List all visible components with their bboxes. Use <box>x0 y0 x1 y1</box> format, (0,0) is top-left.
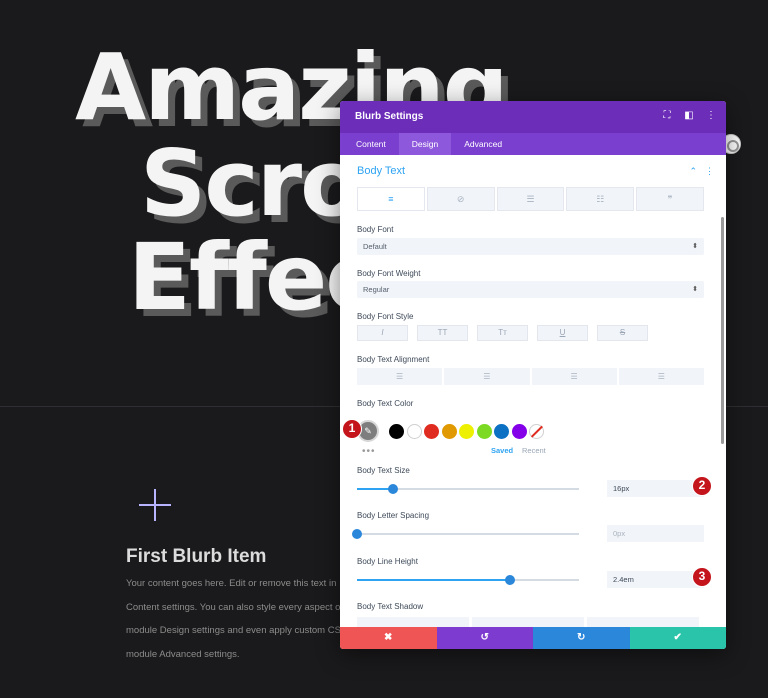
body-text-size-label: Body Text Size <box>357 466 410 475</box>
modal-header: Blurb Settings ⛶ ◧ ⋮ <box>340 101 726 133</box>
tab-design[interactable]: Design <box>398 133 452 155</box>
body-font-weight-value: Regular <box>363 285 390 294</box>
strikethrough-button[interactable]: S <box>597 325 648 341</box>
underline-button[interactable]: U <box>537 325 588 341</box>
modal-title: Blurb Settings <box>355 111 424 122</box>
color-swatch[interactable] <box>424 423 439 439</box>
slider-thumb[interactable] <box>387 484 398 494</box>
slider-thumb[interactable] <box>505 575 516 585</box>
section-more-icon[interactable]: ⋮ <box>705 166 714 177</box>
fullscreen-icon[interactable]: ⛶ <box>662 110 672 122</box>
chevron-up-icon[interactable]: ⌃ <box>689 166 697 177</box>
body-font-label: Body Font <box>357 225 394 234</box>
color-swatch[interactable] <box>476 423 492 439</box>
modal-footer: ✖ ↺ ↻ ✔ <box>340 627 726 649</box>
callout-badge-1: 1 <box>342 419 362 439</box>
body-font-weight-select[interactable]: Regular ⬍ <box>357 281 704 298</box>
body-letter-spacing-input[interactable]: 0px <box>607 525 704 542</box>
text-tab-ordered-list[interactable]: ☷ <box>566 187 635 211</box>
plus-icon <box>138 488 172 522</box>
tab-content[interactable]: Content <box>343 133 399 155</box>
align-left-icon[interactable]: ☰ <box>357 368 443 385</box>
slider-thumb[interactable] <box>352 529 362 539</box>
body-text-color-label: Body Text Color <box>357 399 414 408</box>
text-tab-paragraph[interactable]: ≡ <box>357 187 425 211</box>
color-swatches: ✎ <box>357 420 547 442</box>
callout-badge-2: 2 <box>692 476 712 496</box>
undo-button[interactable]: ↺ <box>436 627 533 649</box>
blurb-text-line: module Advanced settings. <box>126 648 240 660</box>
color-swatch[interactable] <box>406 423 422 439</box>
color-swatch[interactable] <box>511 423 527 439</box>
color-swatch[interactable] <box>441 423 457 439</box>
font-style-buttons: I TT Tт U S <box>357 325 648 341</box>
slider-fill <box>357 579 511 581</box>
blurb-text-line: Your content goes here. Edit or remove t… <box>126 578 337 589</box>
text-tab-link[interactable]: ⊘ <box>426 187 495 211</box>
select-arrows-icon: ⬍ <box>692 243 698 250</box>
body-font-value: Default <box>363 242 387 251</box>
color-swatch[interactable] <box>494 423 509 439</box>
italic-button[interactable]: I <box>357 325 408 341</box>
blurb-settings-modal: Blurb Settings ⛶ ◧ ⋮ Content Design Adva… <box>340 101 726 649</box>
align-justify-icon[interactable]: ☰ <box>618 368 704 385</box>
align-right-icon[interactable]: ☰ <box>531 368 617 385</box>
save-button[interactable]: ✔ <box>629 627 726 649</box>
modal-tabs: Content Design Advanced <box>340 133 726 155</box>
modal-body: Body Text ⌃ ⋮ ≡ ⊘ ☰ ☷ ❞ Body Font Defaul… <box>340 155 726 628</box>
blurb-title: First Blurb Item <box>126 546 267 567</box>
align-center-icon[interactable]: ☰ <box>444 368 530 385</box>
callout-badge-3: 3 <box>692 567 712 587</box>
recent-colors-tab[interactable]: Recent <box>522 446 546 455</box>
saved-colors-tab[interactable]: Saved <box>491 446 513 455</box>
blurb-text-line: module Design settings and even apply cu… <box>126 625 348 636</box>
body-line-height-slider[interactable] <box>357 575 579 585</box>
body-text-shadow-label: Body Text Shadow <box>357 602 424 611</box>
tab-advanced[interactable]: Advanced <box>451 133 515 155</box>
cancel-button[interactable]: ✖ <box>340 627 437 649</box>
more-colors-icon[interactable]: ••• <box>362 446 376 457</box>
body-font-style-label: Body Font Style <box>357 312 414 321</box>
body-text-size-slider[interactable] <box>357 484 579 494</box>
hero-heading-line-2: Scro <box>140 130 363 237</box>
modal-scrollbar[interactable] <box>721 217 724 444</box>
alignment-buttons: ☰ ☰ ☰ ☰ <box>357 368 704 385</box>
uppercase-button[interactable]: TT <box>417 325 468 341</box>
select-arrows-icon: ⬍ <box>692 286 698 293</box>
body-text-size-input[interactable]: 16px <box>607 480 704 497</box>
body-font-weight-label: Body Font Weight <box>357 269 421 278</box>
blurb-body-text: Your content goes here. Edit or remove t… <box>126 572 356 666</box>
color-swatch[interactable] <box>389 423 404 439</box>
no-color-swatch-icon[interactable] <box>529 423 544 439</box>
text-tab-unordered-list[interactable]: ☰ <box>496 187 565 211</box>
color-swatch[interactable] <box>459 423 474 439</box>
redo-button[interactable]: ↻ <box>533 627 630 649</box>
body-line-height-label: Body Line Height <box>357 557 418 566</box>
blurb-text-line: Content settings. You can also style eve… <box>126 601 344 613</box>
body-letter-spacing-label: Body Letter Spacing <box>357 511 430 520</box>
text-subtabs: ≡ ⊘ ☰ ☷ ❞ <box>357 187 704 211</box>
body-font-select[interactable]: Default ⬍ <box>357 238 704 255</box>
split-view-icon[interactable]: ◧ <box>684 110 694 122</box>
capitalize-button[interactable]: Tт <box>477 325 528 341</box>
text-tab-quote[interactable]: ❞ <box>636 187 704 211</box>
body-line-height-input[interactable]: 2.4em <box>607 571 704 588</box>
body-text-alignment-label: Body Text Alignment <box>357 355 430 364</box>
section-title[interactable]: Body Text <box>357 165 405 177</box>
more-options-icon[interactable]: ⋮ <box>706 110 716 122</box>
body-letter-spacing-slider[interactable] <box>352 529 579 539</box>
